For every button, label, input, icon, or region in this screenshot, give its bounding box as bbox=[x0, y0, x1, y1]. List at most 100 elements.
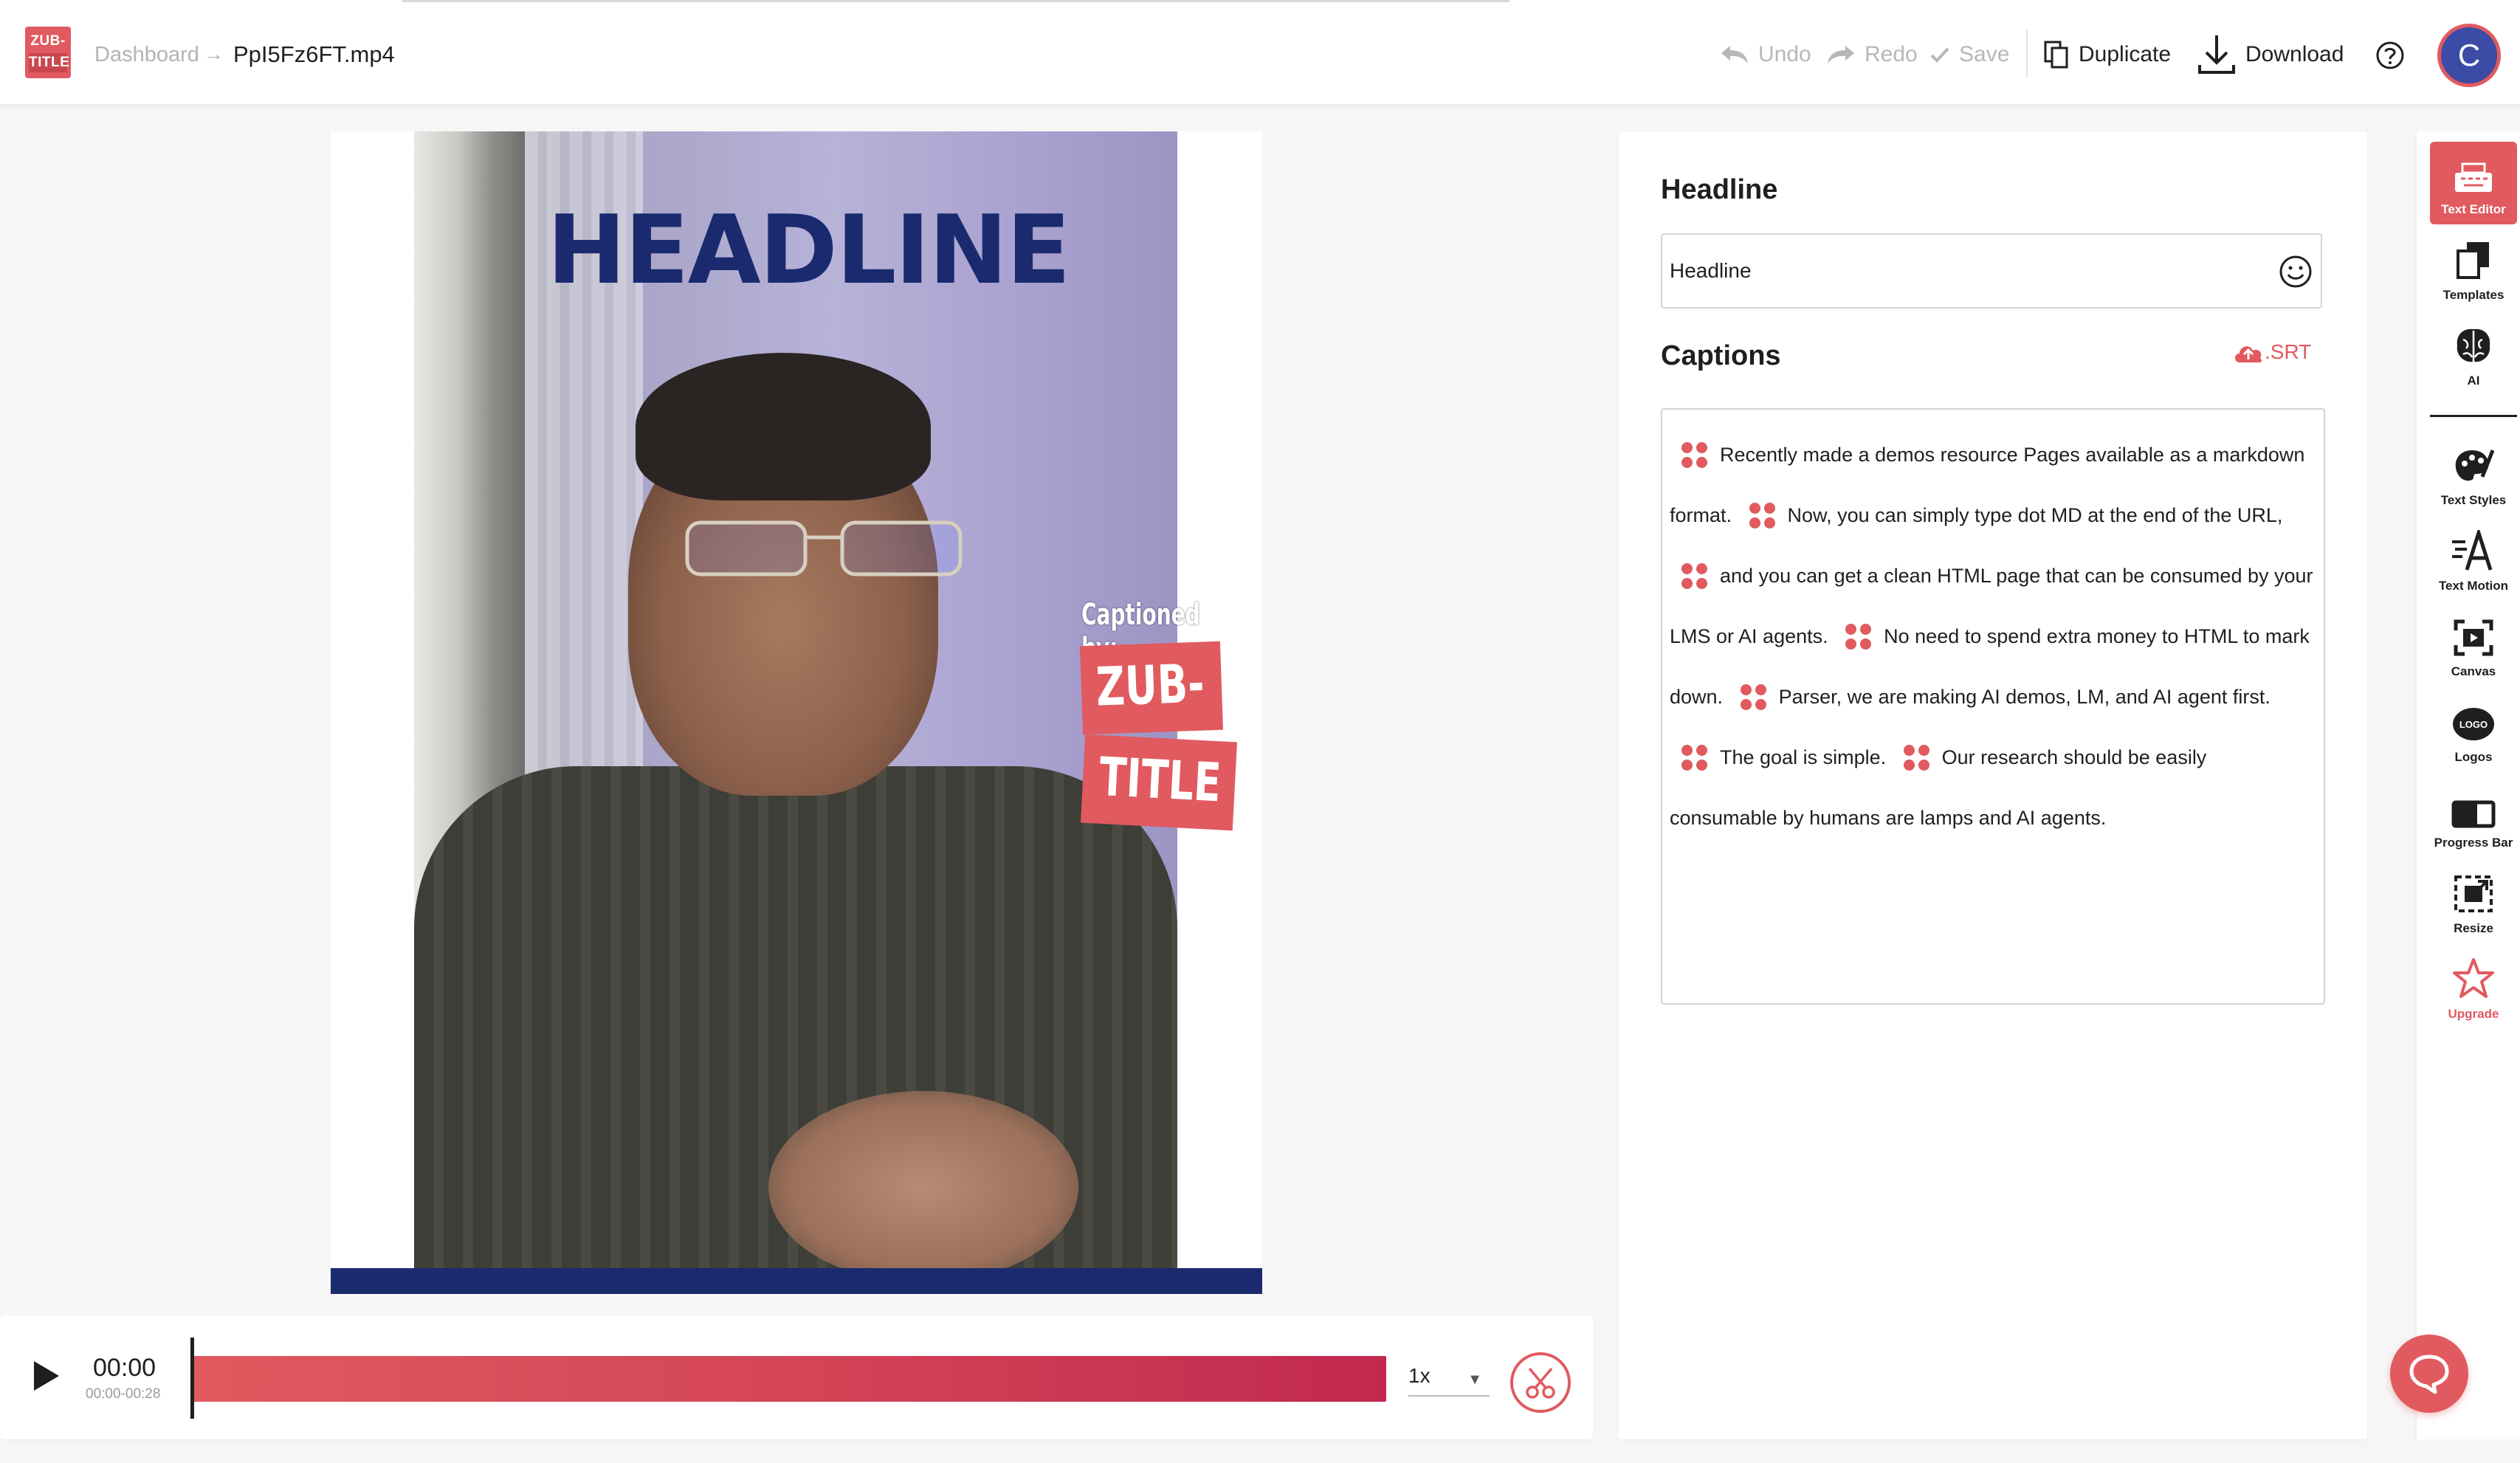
play-icon[interactable] bbox=[31, 1360, 61, 1392]
watermark-text-bottom: TITLE bbox=[1098, 745, 1223, 814]
logo-icon: LOGO bbox=[2453, 708, 2494, 740]
headline-section-title: Headline bbox=[1661, 174, 1778, 205]
text-editor-panel: Headline Headline Captions .SRT Recently… bbox=[1619, 131, 2367, 1439]
tool-text-styles[interactable]: Text Styles bbox=[2430, 433, 2517, 515]
brain-icon bbox=[2457, 328, 2490, 362]
tool-resize[interactable]: Resize bbox=[2430, 861, 2517, 943]
rail-divider bbox=[2430, 415, 2517, 417]
support-chat-button[interactable] bbox=[2390, 1335, 2468, 1413]
duplicate-icon bbox=[2044, 41, 2068, 69]
upload-srt-label: .SRT bbox=[2265, 340, 2312, 363]
video-person-hair bbox=[636, 353, 931, 500]
download-icon bbox=[2198, 35, 2235, 74]
tool-label: Templates bbox=[2442, 288, 2504, 302]
chat-bubble-icon bbox=[2409, 1354, 2449, 1394]
tool-label: Text Motion bbox=[2438, 579, 2509, 593]
cloud-upload-icon bbox=[2235, 346, 2262, 362]
playhead-handle[interactable] bbox=[190, 1338, 194, 1419]
undo-button[interactable]: Undo bbox=[1720, 38, 1811, 71]
download-button[interactable]: Download bbox=[2197, 32, 2344, 77]
caption-segment[interactable]: Now, you can simply type dot MD at the e… bbox=[1788, 504, 2283, 526]
breadcrumb-dashboard[interactable]: Dashboard bbox=[94, 43, 199, 67]
headline-input-value: Headline bbox=[1670, 259, 1752, 282]
video-person-glasses bbox=[685, 520, 963, 576]
video-frame[interactable]: HEADLINE bbox=[414, 131, 1177, 1268]
typewriter-icon bbox=[2455, 162, 2492, 192]
tool-ai[interactable]: AI bbox=[2430, 313, 2517, 396]
caption-segment[interactable]: The goal is simple. bbox=[1720, 746, 1886, 768]
watermark-badge-top: ZUB- bbox=[1079, 641, 1224, 735]
resize-icon bbox=[2454, 875, 2493, 912]
watermark-text-top: ZUB- bbox=[1095, 652, 1205, 718]
upload-srt-button[interactable]: .SRT bbox=[2232, 340, 2311, 364]
logo-text-bottom: TITLE bbox=[29, 53, 69, 72]
canvas-icon bbox=[2454, 619, 2493, 656]
tool-label: Canvas bbox=[2451, 664, 2496, 678]
headline-input[interactable]: Headline bbox=[1661, 233, 2322, 309]
app-logo[interactable]: ZUB- TITLE bbox=[25, 27, 71, 78]
tool-label: AI bbox=[2467, 374, 2480, 388]
progress-bar-icon bbox=[2451, 800, 2496, 828]
tool-upgrade[interactable]: Upgrade bbox=[2430, 946, 2517, 1029]
captions-editor[interactable]: Recently made a demos resource Pages ava… bbox=[1661, 408, 2325, 1005]
caption-drag-handle-icon[interactable] bbox=[1739, 683, 1769, 712]
tool-label: Text Styles bbox=[2440, 493, 2507, 507]
user-avatar[interactable]: C bbox=[2437, 24, 2501, 87]
redo-button[interactable]: Redo bbox=[1826, 38, 1918, 71]
current-time: 00:00 bbox=[93, 1354, 156, 1382]
star-icon bbox=[2453, 958, 2494, 998]
caption-drag-handle-icon[interactable] bbox=[1680, 441, 1710, 470]
video-headline-overlay[interactable]: HEADLINE bbox=[547, 204, 1071, 298]
video-preview-canvas: HEADLINE Captioned by: ZUB- TITLE bbox=[331, 131, 1262, 1294]
logo-icon-text: LOGO bbox=[2459, 719, 2488, 730]
scissors-icon bbox=[1526, 1367, 1555, 1399]
help-icon[interactable] bbox=[2375, 41, 2405, 70]
caption-drag-handle-icon[interactable] bbox=[1748, 501, 1777, 531]
caption-drag-handle-icon[interactable] bbox=[1680, 562, 1710, 591]
duplicate-button[interactable]: Duplicate bbox=[2043, 38, 2171, 71]
caption-drag-handle-icon[interactable] bbox=[1844, 622, 1873, 652]
redo-icon bbox=[1828, 46, 1854, 63]
tool-text-motion[interactable]: Text Motion bbox=[2430, 518, 2517, 601]
save-button[interactable]: Save bbox=[1929, 38, 2009, 71]
timeline-track[interactable] bbox=[192, 1356, 1386, 1402]
tool-templates[interactable]: Templates bbox=[2430, 227, 2517, 310]
tool-label: Progress Bar bbox=[2434, 836, 2513, 850]
watermark-badge-bottom: TITLE bbox=[1081, 734, 1237, 831]
tool-progress-bar[interactable]: Progress Bar bbox=[2430, 775, 2517, 858]
tool-canvas[interactable]: Canvas bbox=[2430, 604, 2517, 686]
caption-drag-handle-icon[interactable] bbox=[1680, 743, 1710, 773]
captions-section-title: Captions bbox=[1661, 340, 1781, 371]
redo-label: Redo bbox=[1865, 42, 1918, 66]
timeline-bar: 00:00 00:00-00:28 1x ▼ bbox=[0, 1315, 1593, 1439]
time-range: 00:00-00:28 bbox=[86, 1386, 161, 1402]
top-bar: ZUB- TITLE Dashboard → PpI5Fz6FT.mp4 Und… bbox=[0, 0, 2520, 106]
tool-label: Text Editor bbox=[2441, 202, 2506, 216]
toolbar-divider bbox=[2026, 30, 2028, 78]
logo-text-top: ZUB- bbox=[30, 33, 66, 49]
text-motion-icon bbox=[2452, 530, 2493, 571]
tool-text-editor[interactable]: Text Editor bbox=[2430, 142, 2517, 224]
playback-speed-value: 1x bbox=[1408, 1364, 1431, 1387]
breadcrumb-arrow-icon: → bbox=[204, 43, 224, 65]
tool-label: Upgrade bbox=[2448, 1007, 2499, 1021]
trim-button[interactable] bbox=[1510, 1352, 1571, 1413]
tool-label: Resize bbox=[2454, 921, 2493, 935]
tool-rail: Text Editor Templates AI Text Styles Tex… bbox=[2415, 131, 2520, 1439]
caption-drag-handle-icon[interactable] bbox=[1902, 743, 1932, 773]
save-label: Save bbox=[1959, 42, 2010, 66]
caption-segment[interactable]: Parser, we are making AI demos, LM, and … bbox=[1779, 686, 2271, 708]
chevron-down-icon: ▼ bbox=[1467, 1371, 1482, 1388]
breadcrumb-file-name: PpI5Fz6FT.mp4 bbox=[233, 41, 395, 67]
undo-label: Undo bbox=[1758, 42, 1811, 66]
download-label: Download bbox=[2245, 42, 2344, 66]
duplicate-label: Duplicate bbox=[2079, 42, 2172, 66]
tool-logos[interactable]: LOGO Logos bbox=[2430, 689, 2517, 772]
palette-icon bbox=[2455, 450, 2494, 481]
check-icon bbox=[1930, 47, 1949, 63]
emoji-icon[interactable] bbox=[2278, 254, 2313, 289]
playback-speed-select[interactable]: 1x ▼ bbox=[1408, 1364, 1490, 1397]
video-progress-bar bbox=[331, 1268, 1262, 1294]
templates-icon bbox=[2457, 242, 2489, 279]
undo-icon bbox=[1721, 46, 1748, 63]
